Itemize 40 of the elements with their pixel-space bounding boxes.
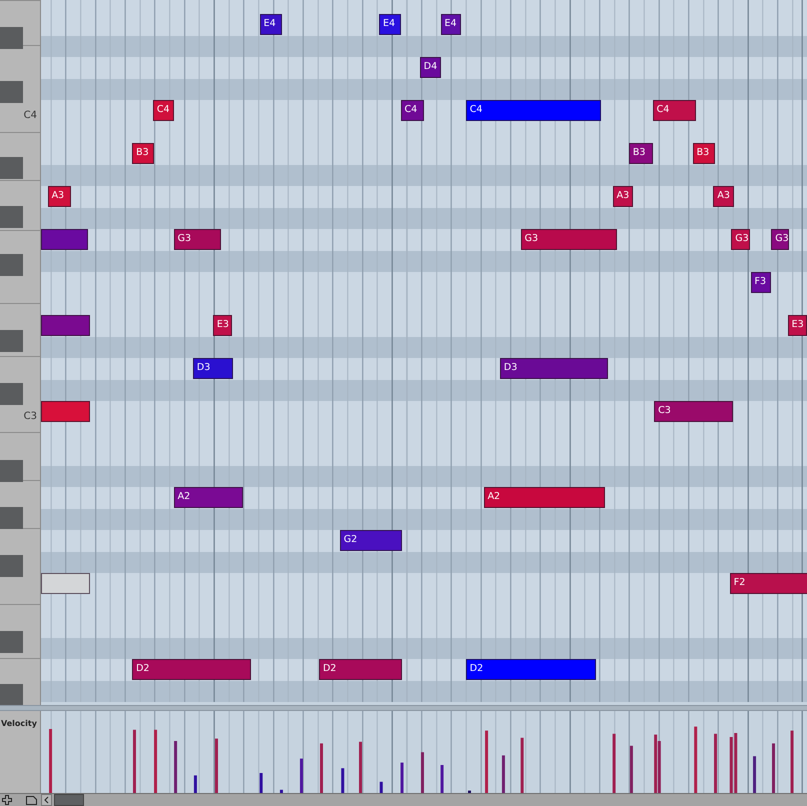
note-block[interactable]: A2 [484,487,606,508]
note-block[interactable]: E4 [440,14,462,34]
note-block[interactable]: G2 [340,530,402,550]
note-block[interactable]: D4 [420,57,442,78]
key-label: C4 [24,110,38,122]
note-block[interactable]: D2 [132,659,251,680]
note-block[interactable]: G3 [771,229,790,250]
note-block[interactable]: C3 [654,401,733,422]
note-block[interactable]: D2 [466,659,596,680]
note-block[interactable] [41,573,90,594]
note-block[interactable]: E4 [260,14,282,34]
note-block[interactable]: A3 [713,186,734,206]
note-block[interactable]: B3 [692,143,715,164]
note-block[interactable]: C4 [152,100,174,120]
note-block[interactable]: F3 [750,272,771,292]
note-block[interactable]: G3 [520,229,618,250]
note-block[interactable] [41,401,90,422]
lane-label: Velocity [0,718,37,728]
note-block[interactable]: E4 [379,14,402,34]
page-icon[interactable] [26,796,37,804]
add-icon[interactable] [2,795,12,805]
note-block[interactable]: A3 [48,186,72,206]
note-block[interactable]: B3 [628,143,653,164]
note-block[interactable]: C4 [400,100,424,120]
note-block[interactable]: D2 [318,659,402,680]
note-block[interactable]: B3 [132,143,154,164]
note-block[interactable]: D3 [192,358,233,378]
note-block[interactable]: D3 [500,358,608,378]
key-label: C3 [24,410,38,422]
note-block[interactable]: C4 [652,100,696,120]
note-block[interactable]: C4 [466,100,601,120]
note-block[interactable]: G3 [174,229,222,250]
note-block[interactable]: F2 [730,573,807,594]
note-block[interactable]: E3 [788,315,807,336]
note-block[interactable]: A2 [174,487,244,508]
scroll-left-button[interactable] [41,794,52,806]
note-block[interactable]: G3 [731,229,750,250]
scrollbar-thumb[interactable] [54,794,84,806]
note-block[interactable]: A3 [612,186,634,206]
note-block[interactable]: E3 [212,315,232,336]
